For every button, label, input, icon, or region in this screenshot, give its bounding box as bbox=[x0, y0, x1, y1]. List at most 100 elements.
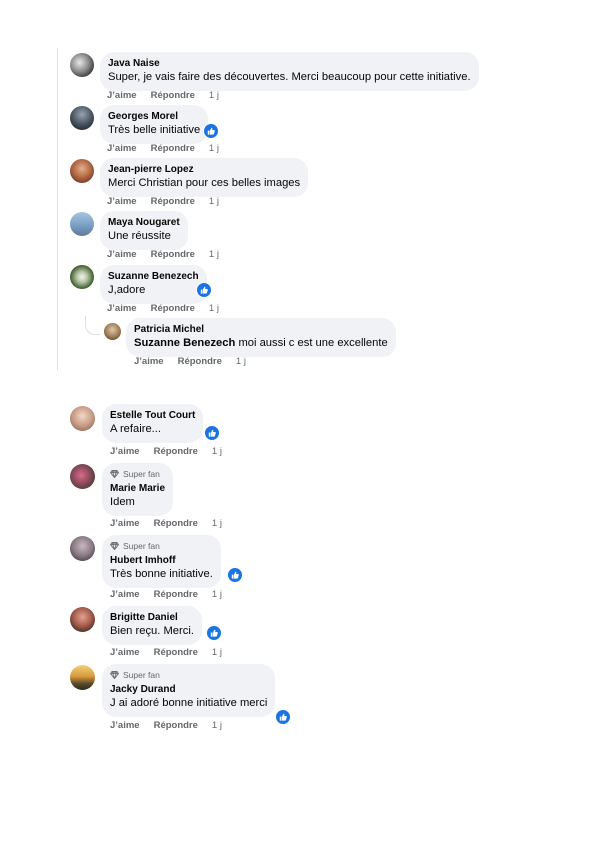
comment-actions: J’aime Répondre 1 j bbox=[107, 249, 219, 260]
comment-text: Bien reçu. Merci. bbox=[110, 625, 194, 637]
comment-actions: J’aime Répondre 1 j bbox=[110, 720, 222, 731]
like-link[interactable]: J’aime bbox=[107, 143, 137, 154]
reply-link[interactable]: Répondre bbox=[154, 518, 198, 529]
avatar[interactable] bbox=[70, 536, 95, 561]
comment-text: Très belle initiative bbox=[108, 124, 201, 136]
avatar[interactable] bbox=[70, 159, 94, 183]
like-reaction-icon[interactable] bbox=[196, 282, 212, 298]
comment-actions: J’aime Répondre 1 j bbox=[107, 303, 219, 314]
diamond-icon bbox=[110, 470, 119, 478]
like-link[interactable]: J’aime bbox=[110, 446, 140, 457]
reply-link[interactable]: Répondre bbox=[151, 249, 195, 260]
commenter-name[interactable]: Java Naise bbox=[108, 57, 471, 70]
avatar[interactable] bbox=[70, 106, 94, 130]
like-reaction-icon[interactable] bbox=[275, 709, 291, 725]
reply-connector-line bbox=[85, 316, 100, 335]
comment-bubble: Super fan Marie Marie Idem bbox=[102, 463, 174, 516]
timestamp[interactable]: 1 j bbox=[209, 90, 219, 101]
avatar[interactable] bbox=[70, 464, 95, 489]
comment-text: Super, je vais faire des découvertes. Me… bbox=[108, 71, 471, 83]
reply-link[interactable]: Répondre bbox=[154, 589, 198, 600]
like-link[interactable]: J’aime bbox=[107, 249, 137, 260]
reply-link[interactable]: Répondre bbox=[151, 303, 195, 314]
comment-actions: J’aime Répondre 1 j bbox=[110, 518, 222, 529]
comment-bubble: Super fan Hubert Imhoff Très bonne initi… bbox=[102, 535, 221, 588]
diamond-icon bbox=[110, 542, 119, 550]
commenter-name[interactable]: Marie Marie bbox=[110, 482, 165, 495]
comment-bubble: Super fan Jacky Durand J ai adoré bonne … bbox=[102, 664, 276, 717]
comment-bubble: Suzanne Benezech J,adore bbox=[100, 265, 207, 304]
like-link[interactable]: J’aime bbox=[107, 303, 137, 314]
comment-bubble: Patricia Michel Suzanne Benezech moi aus… bbox=[126, 318, 396, 357]
super-fan-badge[interactable]: Super fan bbox=[110, 669, 267, 681]
avatar[interactable] bbox=[70, 406, 95, 431]
commenter-name[interactable]: Jacky Durand bbox=[110, 683, 267, 696]
comment-actions: J’aime Répondre 1 j bbox=[107, 90, 219, 101]
super-fan-badge[interactable]: Super fan bbox=[110, 540, 213, 552]
timestamp[interactable]: 1 j bbox=[209, 143, 219, 154]
like-link[interactable]: J’aime bbox=[110, 589, 140, 600]
timestamp[interactable]: 1 j bbox=[212, 446, 222, 457]
like-reaction-icon[interactable] bbox=[203, 123, 219, 139]
reply-link[interactable]: Répondre bbox=[151, 90, 195, 101]
thread-connector-line bbox=[57, 48, 58, 370]
reply-link[interactable]: Répondre bbox=[154, 720, 198, 731]
reply-link[interactable]: Répondre bbox=[154, 446, 198, 457]
comment-actions: J’aime Répondre 1 j bbox=[134, 356, 246, 367]
timestamp[interactable]: 1 j bbox=[212, 518, 222, 529]
commenter-name[interactable]: Hubert Imhoff bbox=[110, 554, 213, 567]
commenter-name[interactable]: Estelle Tout Court bbox=[110, 409, 195, 422]
reply-link[interactable]: Répondre bbox=[154, 647, 198, 658]
timestamp[interactable]: 1 j bbox=[209, 303, 219, 314]
timestamp[interactable]: 1 j bbox=[209, 196, 219, 207]
comment-text: A refaire... bbox=[110, 423, 161, 435]
avatar[interactable] bbox=[70, 665, 95, 690]
comment-bubble: Brigitte Daniel Bien reçu. Merci. bbox=[102, 606, 202, 645]
commenter-name[interactable]: Jean-pierre Lopez bbox=[108, 163, 300, 176]
avatar[interactable] bbox=[70, 53, 94, 77]
comment-actions: J’aime Répondre 1 j bbox=[107, 196, 219, 207]
commenter-name[interactable]: Brigitte Daniel bbox=[110, 611, 194, 624]
avatar[interactable] bbox=[70, 212, 94, 236]
avatar[interactable] bbox=[70, 265, 94, 289]
diamond-icon bbox=[110, 671, 119, 679]
commenter-name[interactable]: Patricia Michel bbox=[134, 323, 388, 336]
comment-text: Suzanne Benezech moi aussi c est une exc… bbox=[134, 337, 388, 349]
timestamp[interactable]: 1 j bbox=[236, 356, 246, 367]
like-link[interactable]: J’aime bbox=[110, 720, 140, 731]
commenter-name[interactable]: Suzanne Benezech bbox=[108, 270, 199, 283]
super-fan-badge[interactable]: Super fan bbox=[110, 468, 165, 480]
reply-link[interactable]: Répondre bbox=[151, 196, 195, 207]
like-link[interactable]: J’aime bbox=[107, 90, 137, 101]
avatar[interactable] bbox=[104, 323, 121, 340]
comment-actions: J’aime Répondre 1 j bbox=[110, 446, 222, 457]
comment-actions: J’aime Répondre 1 j bbox=[107, 143, 219, 154]
comment-bubble: Georges Morel Très belle initiative bbox=[100, 105, 209, 144]
commenter-name[interactable]: Maya Nougaret bbox=[108, 216, 180, 229]
comment-text: Très bonne initiative. bbox=[110, 568, 213, 580]
timestamp[interactable]: 1 j bbox=[212, 647, 222, 658]
like-link[interactable]: J’aime bbox=[134, 356, 164, 367]
like-link[interactable]: J’aime bbox=[110, 647, 140, 658]
like-reaction-icon[interactable] bbox=[206, 625, 222, 641]
comment-actions: J’aime Répondre 1 j bbox=[110, 647, 222, 658]
comment-bubble: Java Naise Super, je vais faire des déco… bbox=[100, 52, 479, 91]
like-link[interactable]: J’aime bbox=[107, 196, 137, 207]
like-link[interactable]: J’aime bbox=[110, 518, 140, 529]
reply-link[interactable]: Répondre bbox=[178, 356, 222, 367]
comment-bubble: Jean-pierre Lopez Merci Christian pour c… bbox=[100, 158, 309, 197]
comment-text: J,adore bbox=[108, 284, 146, 296]
timestamp[interactable]: 1 j bbox=[209, 249, 219, 260]
comment-text: Idem bbox=[110, 496, 135, 508]
timestamp[interactable]: 1 j bbox=[212, 589, 222, 600]
comment-text: Merci Christian pour ces belles images bbox=[108, 177, 301, 189]
timestamp[interactable]: 1 j bbox=[212, 720, 222, 731]
reply-link[interactable]: Répondre bbox=[151, 143, 195, 154]
mention-link[interactable]: Suzanne Benezech bbox=[134, 337, 235, 349]
avatar[interactable] bbox=[70, 607, 95, 632]
comment-actions: J’aime Répondre 1 j bbox=[110, 589, 222, 600]
like-reaction-icon[interactable] bbox=[227, 567, 243, 583]
comment-bubble: Maya Nougaret Une réussite bbox=[100, 211, 188, 250]
commenter-name[interactable]: Georges Morel bbox=[108, 110, 200, 123]
like-reaction-icon[interactable] bbox=[204, 425, 220, 441]
